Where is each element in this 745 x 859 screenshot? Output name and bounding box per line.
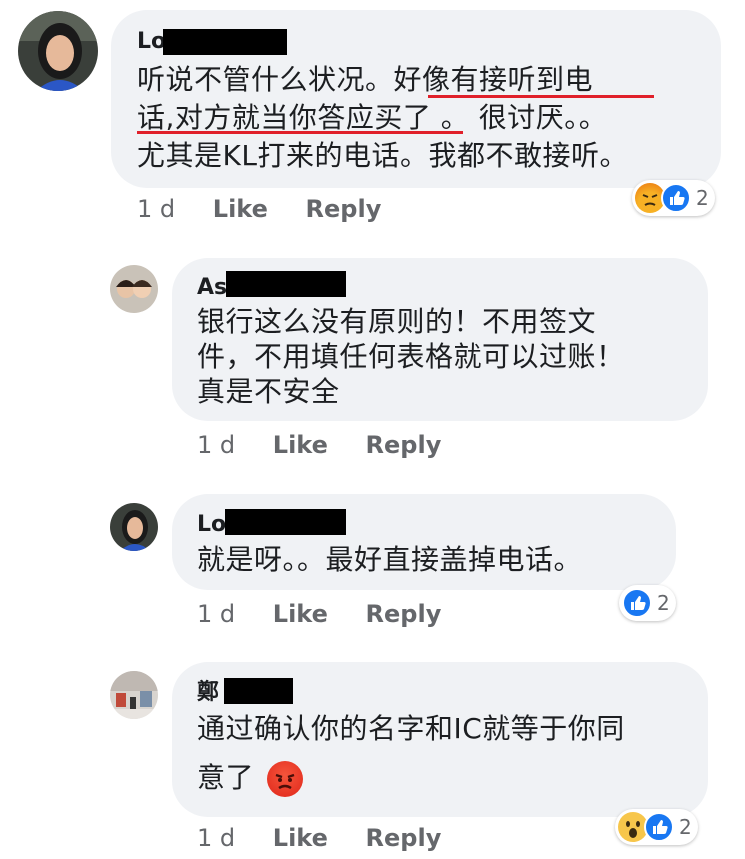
comment-text-fragment: 意了 <box>197 761 255 794</box>
author-name[interactable]: Lo <box>137 30 166 54</box>
timestamp[interactable]: 1 d <box>197 431 235 459</box>
reaction-count: 2 <box>696 186 709 210</box>
redacted-name <box>224 678 293 704</box>
reaction-summary[interactable]: 2 <box>632 180 715 216</box>
avatar[interactable] <box>110 671 158 719</box>
red-underline <box>137 131 463 134</box>
redacted-name <box>163 29 287 55</box>
comment-actions: 1 d Like Reply <box>197 824 441 852</box>
comment-text-line: 件，不用填任何表格就可以过账！ <box>197 340 625 373</box>
comment-text-line: 话,对方就当你答应买了 。 很讨厌。。 <box>137 101 608 134</box>
author-name[interactable]: Lo <box>197 513 226 537</box>
reaction-summary[interactable]: 2 <box>615 809 698 845</box>
reaction-count: 2 <box>679 815 692 839</box>
like-emoji <box>644 812 674 842</box>
comment-text-line: 通过确认你的名字和IC就等于你同 <box>197 712 625 745</box>
like-button[interactable]: Like <box>213 195 268 223</box>
reply-button[interactable]: Reply <box>366 824 442 852</box>
timestamp[interactable]: 1 d <box>137 195 175 223</box>
comment-text-line: 银行这么没有原则的！不用签文 <box>197 305 597 338</box>
author-name[interactable]: As <box>197 276 227 300</box>
timestamp[interactable]: 1 d <box>197 600 235 628</box>
like-emoji <box>622 588 652 618</box>
comment-actions: 1 d Like Reply <box>137 195 381 223</box>
red-underline <box>428 95 654 98</box>
avatar[interactable] <box>18 11 98 91</box>
timestamp[interactable]: 1 d <box>197 824 235 852</box>
reply-button[interactable]: Reply <box>306 195 382 223</box>
like-button[interactable]: Like <box>273 431 328 459</box>
reply-button[interactable]: Reply <box>366 431 442 459</box>
avatar[interactable] <box>110 265 158 313</box>
comment-text-line: 真是不安全 <box>197 375 340 408</box>
comment-actions: 1 d Like Reply <box>197 431 441 459</box>
comment-text-line: 尤其是KL打来的电话。我都不敢接听。 <box>137 139 628 172</box>
reaction-summary[interactable]: 2 <box>619 585 676 621</box>
comment-text-line: 听说不管什么状况。好像有接听到电 <box>137 63 594 96</box>
pouting-face-emoji <box>267 761 304 797</box>
redacted-name <box>225 509 346 535</box>
comment-text-line: 就是呀。。最好直接盖掉电话。 <box>197 543 583 576</box>
like-emoji <box>661 183 691 213</box>
like-button[interactable]: Like <box>273 824 328 852</box>
avatar[interactable] <box>110 503 158 551</box>
reply-button[interactable]: Reply <box>366 600 442 628</box>
like-button[interactable]: Like <box>273 600 328 628</box>
reaction-count: 2 <box>657 591 670 615</box>
redacted-name <box>226 271 346 297</box>
comment-text-line: 意了 <box>197 761 304 797</box>
author-name[interactable]: 鄭 <box>197 681 219 705</box>
comment-actions: 1 d Like Reply <box>197 600 441 628</box>
